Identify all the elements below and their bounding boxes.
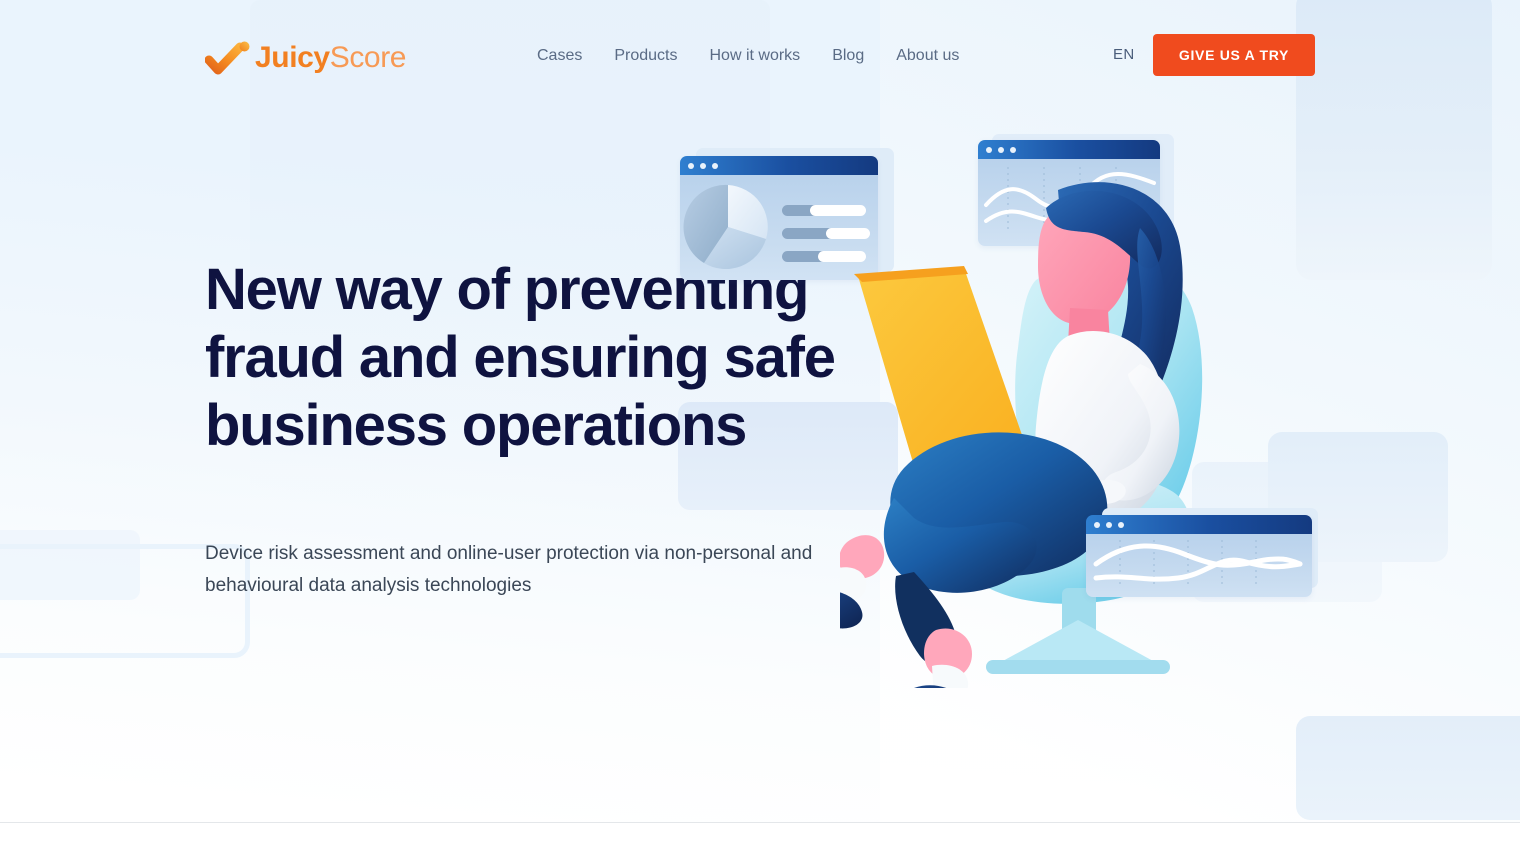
- window-dot-icon: [688, 162, 694, 169]
- window-dot-icon: [1094, 521, 1100, 528]
- logo-text: JuicyScore: [255, 43, 406, 73]
- window-dot-icon: [1106, 521, 1112, 528]
- below-fold-section: [0, 823, 1520, 855]
- nav-item-cases[interactable]: Cases: [537, 44, 582, 68]
- nav-item-about-us[interactable]: About us: [896, 44, 959, 68]
- window-dot-icon: [998, 146, 1004, 153]
- hero-illustration: [640, 120, 1320, 690]
- section-divider: [0, 822, 1520, 823]
- logo-text-primary: Juicy: [255, 41, 330, 74]
- logo-text-secondary: Score: [329, 41, 407, 74]
- language-switcher[interactable]: EN: [1113, 46, 1135, 63]
- top-line-window-titlebar: [978, 140, 1160, 159]
- logo[interactable]: JuicyScore: [204, 36, 406, 80]
- nav-item-products[interactable]: Products: [614, 44, 677, 68]
- main-navigation: Cases Products How it works Blog About u…: [537, 44, 959, 68]
- window-dot-icon: [1118, 521, 1124, 528]
- window-dot-icon: [986, 146, 992, 153]
- decorative-panel-bottom-right: [1296, 716, 1520, 820]
- give-us-a-try-button[interactable]: GIVE US A TRY: [1153, 34, 1315, 76]
- window-dot-icon: [700, 162, 706, 169]
- line-chart-window-bottom: [1086, 515, 1312, 597]
- site-header: JuicyScore Cases Products How it works B…: [0, 0, 1520, 110]
- nav-item-how-it-works[interactable]: How it works: [710, 44, 801, 68]
- window-dot-icon: [1010, 146, 1016, 153]
- person-with-laptop-illustration: [840, 182, 1203, 688]
- page-root: JuicyScore Cases Products How it works B…: [0, 0, 1520, 855]
- orange-checkmark-icon: [204, 41, 251, 75]
- bottom-line-window-titlebar: [1086, 515, 1312, 534]
- nav-item-blog[interactable]: Blog: [832, 44, 864, 68]
- bottom-line-window-body: [1086, 534, 1312, 597]
- window-dot-icon: [712, 162, 718, 169]
